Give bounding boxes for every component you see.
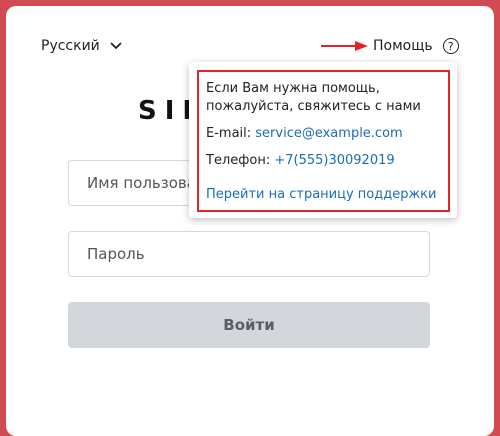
- help-button[interactable]: Помощь ?: [373, 38, 459, 54]
- language-selector[interactable]: Русский: [41, 38, 123, 54]
- login-button[interactable]: Войти: [68, 302, 430, 348]
- language-label: Русский: [41, 38, 100, 54]
- chevron-down-icon: [110, 42, 122, 50]
- email-link[interactable]: service@example.com: [255, 126, 402, 141]
- question-circle-icon: ?: [442, 38, 459, 54]
- help-label: Помощь: [373, 38, 433, 54]
- password-input[interactable]: [68, 231, 430, 277]
- help-message-line1: Если Вам нужна помощь,: [206, 81, 380, 96]
- phone-link[interactable]: +7(555)30092019: [274, 153, 394, 168]
- email-label: E-mail:: [206, 126, 252, 141]
- help-phone-row: Телефон: +7(555)30092019: [206, 152, 395, 170]
- support-page-link[interactable]: Перейти на страницу поддержки: [206, 186, 436, 204]
- help-message-line2: пожалуйста, свяжитесь с нами: [206, 99, 421, 114]
- help-email-row: E-mail: service@example.com: [206, 125, 403, 143]
- arrow-annotation-icon: [321, 41, 368, 51]
- phone-label: Телефон:: [206, 153, 271, 168]
